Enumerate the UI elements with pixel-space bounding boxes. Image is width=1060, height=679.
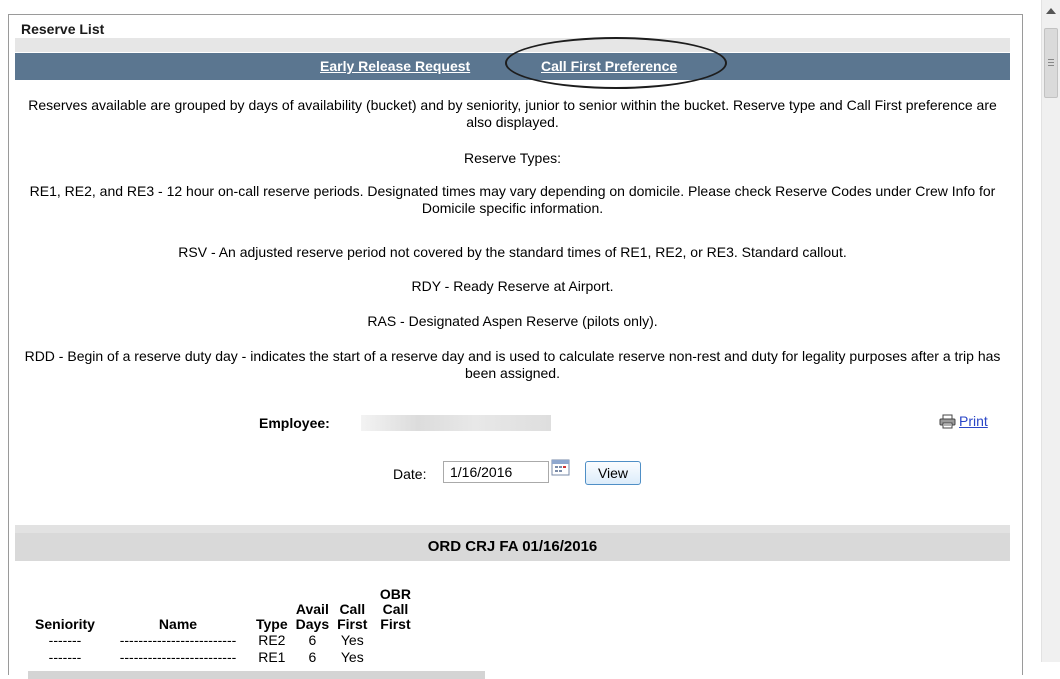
- rsv-text: RSV - An adjusted reserve period not cov…: [178, 244, 847, 260]
- ras-text: RAS - Designated Aspen Reserve (pilots o…: [367, 313, 658, 329]
- scrollbar-thumb[interactable]: [1044, 28, 1058, 98]
- seniority-cell: -------: [48, 649, 82, 665]
- col-type: Type: [256, 616, 288, 632]
- seniority-cell: -------: [48, 632, 82, 648]
- days-cell: 6: [308, 649, 317, 665]
- employee-name-redacted: [361, 415, 551, 431]
- title-divider: [15, 38, 1010, 52]
- days-cell: 6: [308, 632, 317, 648]
- table-row: ------- ------------------------- RE2 6 …: [26, 632, 419, 649]
- print-link[interactable]: Print: [939, 413, 988, 432]
- type-cell: RE2: [258, 632, 286, 648]
- employee-label: Employee:: [259, 415, 330, 431]
- date-input[interactable]: [443, 461, 549, 483]
- table-row: ------- ------------------------- RE1 6 …: [26, 649, 419, 666]
- obr-cell: [371, 649, 419, 666]
- intro-text: Reserves available are grouped by days o…: [28, 97, 997, 130]
- printer-icon: [939, 414, 956, 432]
- col-seniority: Seniority: [35, 616, 95, 632]
- calendar-icon[interactable]: [551, 459, 571, 480]
- grip-line: [1048, 59, 1054, 60]
- scroll-up-arrow-icon[interactable]: [1046, 8, 1056, 14]
- section-divider: [15, 525, 1010, 533]
- rdd-text: RDD - Begin of a reserve duty day - indi…: [24, 348, 1001, 381]
- type-cell: RE1: [258, 649, 286, 665]
- name-cell: -------------------------: [119, 632, 237, 648]
- vertical-scrollbar[interactable]: [1041, 0, 1060, 662]
- view-button[interactable]: View: [585, 461, 641, 485]
- reserve-table: Seniority Name Type Avail Days Call First …: [26, 587, 419, 666]
- report-header: ORD CRJ FA 01/16/2016: [15, 533, 1010, 561]
- reserve-types-heading: Reserve Types:: [463, 150, 561, 166]
- reserve-list-panel: Reserve List Early Release Request Call …: [8, 14, 1023, 679]
- rdy-text: RDY - Ready Reserve at Airport.: [411, 278, 614, 294]
- nav-bar: Early Release Request Call First Prefere…: [15, 53, 1010, 80]
- col-call-first: Call First: [337, 601, 368, 632]
- grip-line: [1048, 65, 1054, 66]
- col-avail-days: Avail Days: [295, 601, 330, 632]
- date-label: Date:: [393, 466, 427, 482]
- col-name: Name: [158, 616, 198, 632]
- early-release-request-link[interactable]: Early Release Request: [320, 58, 470, 74]
- call-first-cell: Yes: [340, 632, 364, 648]
- obr-cell: [371, 632, 419, 649]
- grip-line: [1048, 62, 1054, 63]
- call-first-preference-link[interactable]: Call First Preference: [541, 58, 677, 74]
- re-types-text: RE1, RE2, and RE3 - 12 hour on-call rese…: [29, 183, 996, 216]
- name-cell: -------------------------: [119, 649, 237, 665]
- row-highlight: [28, 671, 485, 679]
- print-label[interactable]: Print: [959, 413, 988, 429]
- call-first-cell: Yes: [340, 649, 364, 665]
- panel-content: Reserve List Early Release Request Call …: [15, 15, 1010, 679]
- section-title: Reserve List: [21, 21, 105, 37]
- col-obr-call-first: OBR Call First: [379, 586, 412, 632]
